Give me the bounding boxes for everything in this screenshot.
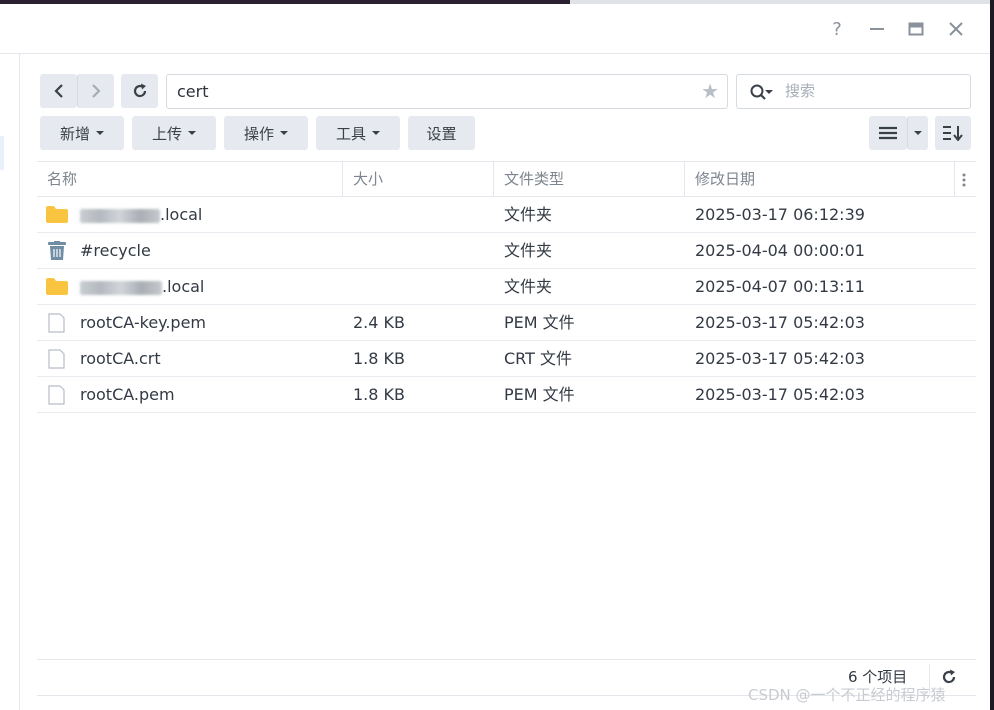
folder-icon <box>46 206 68 223</box>
chevron-down-icon <box>372 131 380 135</box>
table-row[interactable]: rootCA.crt 1.8 KB CRT 文件 2025-03-17 05:4… <box>37 341 976 377</box>
create-label: 新增 <box>59 124 90 143</box>
search-placeholder: 搜索 <box>785 82 816 100</box>
file-type: PEM 文件 <box>504 385 575 404</box>
list-view-icon <box>879 126 897 140</box>
settings-label: 设置 <box>426 124 457 143</box>
upload-label: 上传 <box>151 124 182 143</box>
maximize-button[interactable] <box>905 18 927 40</box>
chevron-down-icon <box>188 131 196 135</box>
redacted-text <box>80 208 160 223</box>
chevron-right-icon <box>92 84 101 98</box>
file-icon <box>48 385 65 405</box>
column-header-size[interactable]: 大小 <box>343 162 494 196</box>
chevron-down-icon <box>914 131 922 135</box>
file-name: rootCA-key.pem <box>80 313 207 332</box>
chevron-down-icon <box>96 131 104 135</box>
refresh-icon <box>133 83 146 98</box>
view-mode-button[interactable] <box>869 116 907 150</box>
table-row[interactable]: .local 文件夹 2025-04-07 00:13:11 <box>37 269 976 305</box>
back-button[interactable] <box>40 74 77 108</box>
title-bar: ? <box>0 4 990 54</box>
file-type: PEM 文件 <box>504 313 575 332</box>
settings-button[interactable]: 设置 <box>408 116 475 150</box>
desktop-edge <box>990 0 994 710</box>
file-list-header: 名称 大小 文件类型 修改日期 <box>37 161 976 197</box>
file-type: CRT 文件 <box>504 349 572 368</box>
view-mode-dropdown[interactable] <box>907 116 928 150</box>
create-button[interactable]: 新增 <box>40 116 124 150</box>
minimize-icon <box>870 28 884 30</box>
file-name: rootCA.crt <box>80 349 161 368</box>
watermark: CSDN @一个不正经的程序猿 <box>748 686 946 704</box>
search-options-chevron-icon[interactable] <box>765 90 773 94</box>
file-type: 文件夹 <box>504 241 553 260</box>
file-modified: 2025-03-17 05:42:03 <box>695 385 865 404</box>
sort-icon <box>943 126 963 141</box>
file-name: .local <box>80 269 204 304</box>
footer-divider <box>37 659 976 660</box>
file-modified: 2025-04-07 00:13:11 <box>695 277 865 296</box>
file-modified: 2025-03-17 05:42:03 <box>695 313 865 332</box>
forward-button[interactable] <box>77 74 114 108</box>
recycle-bin-icon <box>48 241 66 260</box>
file-icon <box>48 313 65 333</box>
column-header-type[interactable]: 文件类型 <box>494 162 685 196</box>
file-size: 1.8 KB <box>353 349 405 368</box>
file-size: 1.8 KB <box>353 385 405 404</box>
table-row[interactable]: .local 文件夹 2025-03-17 06:12:39 <box>37 197 976 233</box>
chevron-left-icon <box>53 84 63 98</box>
file-name-suffix: .local <box>160 205 203 224</box>
path-input[interactable]: cert ★ <box>166 74 728 109</box>
table-row[interactable]: rootCA.pem 1.8 KB PEM 文件 2025-03-17 05:4… <box>37 377 976 413</box>
close-button[interactable] <box>945 18 967 40</box>
chevron-down-icon <box>280 131 288 135</box>
tools-label: 工具 <box>335 124 366 143</box>
file-modified: 2025-03-17 05:42:03 <box>695 349 865 368</box>
file-modified: 2025-03-17 06:12:39 <box>695 205 865 224</box>
sidebar-tree[interactable] <box>0 54 20 710</box>
file-type: 文件夹 <box>504 277 553 296</box>
sidebar-selected-marker <box>0 136 4 170</box>
file-name-suffix: .local <box>162 277 205 296</box>
column-header-name[interactable]: 名称 <box>37 162 343 196</box>
refresh-button[interactable] <box>121 74 158 108</box>
more-vertical-icon <box>962 173 966 186</box>
upload-button[interactable]: 上传 <box>132 116 216 150</box>
file-station-window: ? cert ★ 搜索 新增 上传 操作 工具 设置 名称 大小 文件类型 修改… <box>0 4 990 710</box>
table-row[interactable]: #recycle 文件夹 2025-04-04 00:00:01 <box>37 233 976 269</box>
close-icon <box>949 22 963 36</box>
column-options-button[interactable] <box>955 162 976 196</box>
search-input[interactable]: 搜索 <box>736 74 971 109</box>
folder-icon <box>46 278 68 295</box>
file-name: .local <box>80 197 202 232</box>
help-button[interactable]: ? <box>826 18 848 40</box>
table-row[interactable]: rootCA-key.pem 2.4 KB PEM 文件 2025-03-17 … <box>37 305 976 341</box>
file-name: rootCA.pem <box>80 385 175 404</box>
maximize-icon <box>908 22 924 36</box>
file-modified: 2025-04-04 00:00:01 <box>695 241 865 260</box>
file-type: 文件夹 <box>504 205 553 224</box>
column-header-modified[interactable]: 修改日期 <box>685 162 955 196</box>
action-button[interactable]: 操作 <box>224 116 308 150</box>
favorite-star-icon[interactable]: ★ <box>701 75 719 108</box>
sort-button[interactable] <box>935 116 971 150</box>
file-name: #recycle <box>80 241 151 260</box>
tools-button[interactable]: 工具 <box>316 116 400 150</box>
file-size: 2.4 KB <box>353 313 405 332</box>
minimize-button[interactable] <box>866 18 888 40</box>
path-text: cert <box>177 82 209 101</box>
action-label: 操作 <box>243 124 274 143</box>
redacted-text <box>80 280 162 295</box>
file-icon <box>48 349 65 369</box>
